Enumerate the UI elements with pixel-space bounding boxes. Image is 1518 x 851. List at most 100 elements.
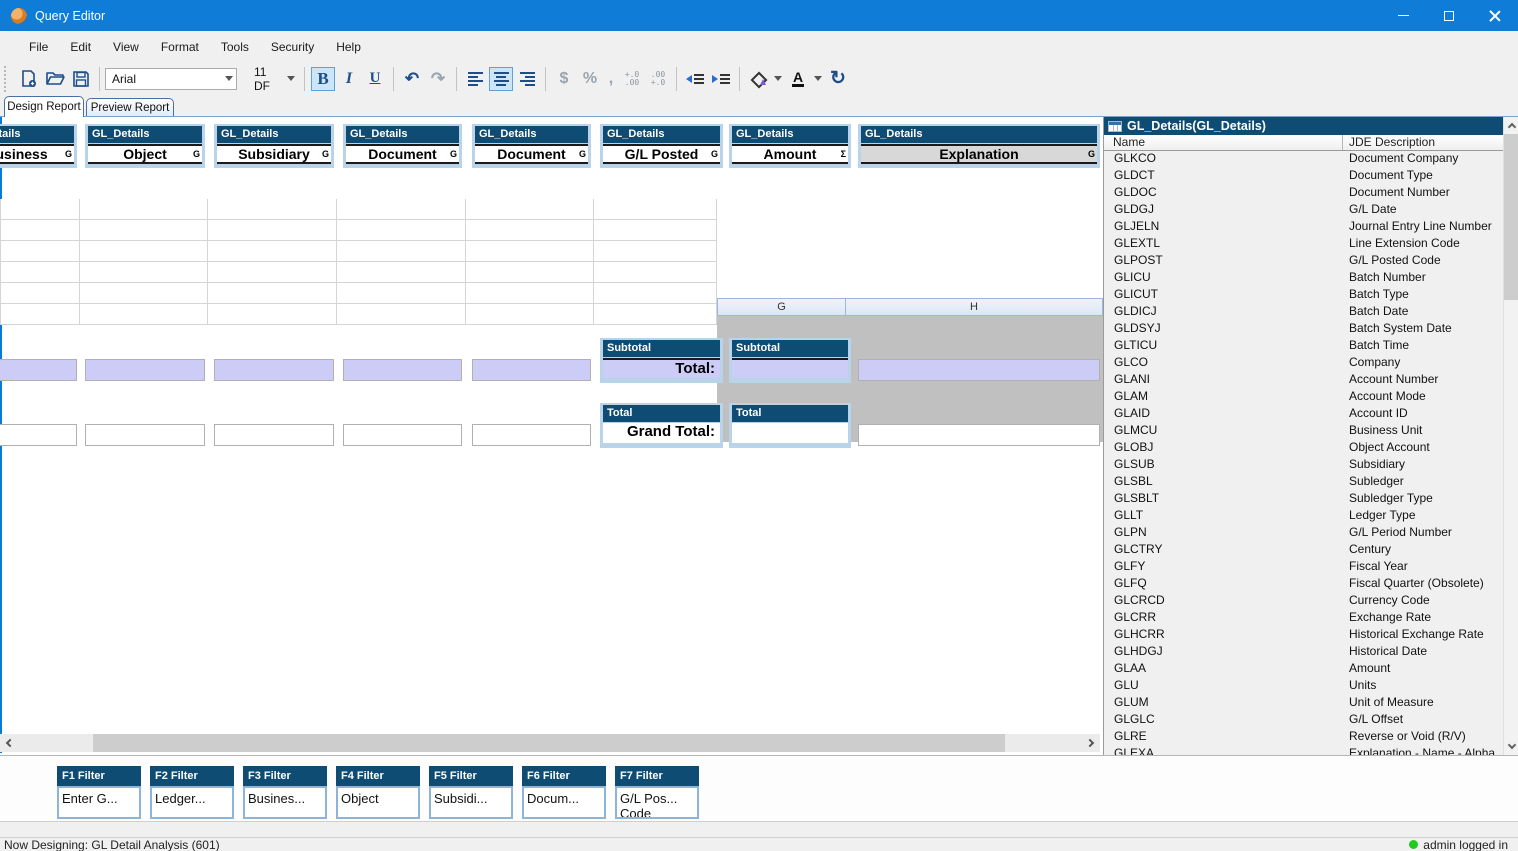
grid-cell[interactable]	[208, 304, 337, 325]
grid-cell[interactable]	[0, 304, 80, 325]
tab-preview-report[interactable]: Preview Report	[86, 98, 174, 116]
grid-cell[interactable]	[208, 241, 337, 262]
grid-cell[interactable]	[80, 304, 208, 325]
grid-cell[interactable]	[80, 241, 208, 262]
field-list-row[interactable]: GLFQFiscal Quarter (Obsolete)	[1104, 576, 1503, 593]
menu-format[interactable]: Format	[150, 34, 210, 60]
grid-cell[interactable]	[594, 220, 717, 241]
field-list-row[interactable]: GLJELNJournal Entry Line Number	[1104, 219, 1503, 236]
field-list-row[interactable]: GLMCUBusiness Unit	[1104, 423, 1503, 440]
field-list-row[interactable]: GLTICUBatch Time	[1104, 338, 1503, 355]
grid-cell[interactable]	[208, 262, 337, 283]
report-column-6[interactable]: GL_DetailsAmountΣ	[729, 124, 851, 168]
increase-decimal-button[interactable]: +.0 .00	[620, 67, 644, 91]
report-column-4[interactable]: GL_DetailsDocumentG	[472, 124, 591, 168]
refresh-button[interactable]: ↻	[826, 67, 850, 91]
open-file-button[interactable]	[43, 67, 67, 91]
menu-security[interactable]: Security	[260, 34, 325, 60]
report-column-0[interactable]: GL_DetailsBusinessG	[0, 124, 77, 168]
grid-cell[interactable]	[80, 199, 208, 220]
field-list-row[interactable]: GLEXTLLine Extension Code	[1104, 236, 1503, 253]
grid-cell[interactable]	[337, 199, 466, 220]
band-cell[interactable]	[472, 424, 591, 446]
report-column-3[interactable]: GL_DetailsDocumentG	[343, 124, 462, 168]
report-column-1[interactable]: GL_DetailsObjectG	[85, 124, 205, 168]
grid-cell[interactable]	[466, 304, 594, 325]
currency-format-button[interactable]: $	[552, 67, 576, 91]
band-cell[interactable]	[858, 359, 1100, 381]
close-button[interactable]	[1472, 0, 1518, 31]
filter-value-input[interactable]: Object	[336, 786, 420, 819]
percent-format-button[interactable]: %	[578, 67, 602, 91]
grid-cell[interactable]	[337, 220, 466, 241]
filter-value-input[interactable]: Ledger...	[150, 786, 234, 819]
field-list-row[interactable]: GLAAAmount	[1104, 661, 1503, 678]
field-list-row[interactable]: GLHDGJHistorical Date	[1104, 644, 1503, 661]
field-list-row[interactable]: GLUMUnit of Measure	[1104, 695, 1503, 712]
grid-cell[interactable]	[0, 199, 80, 220]
grid-cell[interactable]	[0, 241, 80, 262]
field-list-row[interactable]: GLHCRRHistorical Exchange Rate	[1104, 627, 1503, 644]
grid-column-header-G[interactable]: G	[717, 298, 845, 316]
field-list-row[interactable]: GLDGJG/L Date	[1104, 202, 1503, 219]
scroll-up-arrow[interactable]	[1504, 117, 1518, 134]
align-center-button[interactable]	[489, 67, 513, 91]
comma-format-button[interactable]: ,	[604, 67, 618, 91]
band-cell[interactable]	[0, 359, 77, 381]
filter-value-input[interactable]: G/L Pos... Code	[615, 786, 699, 819]
field-list-row[interactable]: GLCTRYCentury	[1104, 542, 1503, 559]
filter-value-input[interactable]: Docum...	[522, 786, 606, 819]
field-list-row[interactable]: GLCRCDCurrency Code	[1104, 593, 1503, 610]
indent-decrease-button[interactable]	[683, 67, 707, 91]
field-list-row[interactable]: GLDSYJBatch System Date	[1104, 321, 1503, 338]
grid-cell[interactable]	[80, 283, 208, 304]
band-cell[interactable]	[343, 359, 462, 381]
field-list-row[interactable]: GLSUBSubsidiary	[1104, 457, 1503, 474]
fill-color-button[interactable]	[746, 67, 770, 91]
align-left-button[interactable]	[463, 67, 487, 91]
band-box[interactable]: TotalGrand Total:	[600, 403, 723, 448]
grid-cell[interactable]	[594, 199, 717, 220]
grid-cell[interactable]	[594, 283, 717, 304]
grid-cell[interactable]	[594, 262, 717, 283]
field-list-row[interactable]: GLREReverse or Void (R/V)	[1104, 729, 1503, 746]
filter-value-input[interactable]: Busines...	[243, 786, 327, 819]
field-list-row[interactable]: GLDOCDocument Number	[1104, 185, 1503, 202]
horizontal-scrollbar[interactable]	[0, 734, 1100, 752]
scroll-left-arrow[interactable]	[0, 734, 17, 752]
band-cell[interactable]	[472, 359, 591, 381]
toolbar-grip[interactable]	[4, 66, 8, 92]
menu-tools[interactable]: Tools	[210, 34, 260, 60]
grid-cell[interactable]	[208, 283, 337, 304]
column-header-name[interactable]: Name	[1104, 135, 1343, 150]
font-size-select[interactable]: 11 DF	[247, 68, 299, 90]
scroll-right-arrow[interactable]	[1083, 734, 1100, 752]
grid-cell[interactable]	[0, 262, 80, 283]
field-list-row[interactable]: GLANIAccount Number	[1104, 372, 1503, 389]
report-column-5[interactable]: GL_DetailsG/L PostedG	[600, 124, 723, 168]
field-list-row[interactable]: GLCOCompany	[1104, 355, 1503, 372]
band-cell[interactable]	[858, 424, 1100, 446]
grid-cell[interactable]	[337, 262, 466, 283]
field-list-row[interactable]: GLPNG/L Period Number	[1104, 525, 1503, 542]
field-list-row[interactable]: GLLTLedger Type	[1104, 508, 1503, 525]
grid-cell[interactable]	[0, 283, 80, 304]
grid-cell[interactable]	[80, 220, 208, 241]
menu-edit[interactable]: Edit	[59, 34, 102, 60]
grid-cell[interactable]	[80, 262, 208, 283]
band-cell[interactable]	[343, 424, 462, 446]
vertical-scrollbar-thumb[interactable]	[1504, 134, 1518, 300]
grid-cell[interactable]	[466, 199, 594, 220]
field-list-row[interactable]: GLFYFiscal Year	[1104, 559, 1503, 576]
field-list-row[interactable]: GLEXAExplanation - Name - Alpha	[1104, 746, 1503, 755]
column-header-jde-description[interactable]: JDE Description	[1343, 135, 1503, 150]
band-box[interactable]: Total	[729, 403, 851, 448]
field-list-row[interactable]: GLSBLSubledger	[1104, 474, 1503, 491]
filter-value-input[interactable]: Enter G...	[57, 786, 141, 819]
field-list-row[interactable]: GLICUBatch Number	[1104, 270, 1503, 287]
font-color-dropdown[interactable]	[812, 67, 824, 91]
vertical-scrollbar[interactable]	[1503, 117, 1518, 755]
grid-cell[interactable]	[337, 241, 466, 262]
redo-button[interactable]: ↷	[426, 67, 450, 91]
band-cell[interactable]	[0, 424, 77, 446]
